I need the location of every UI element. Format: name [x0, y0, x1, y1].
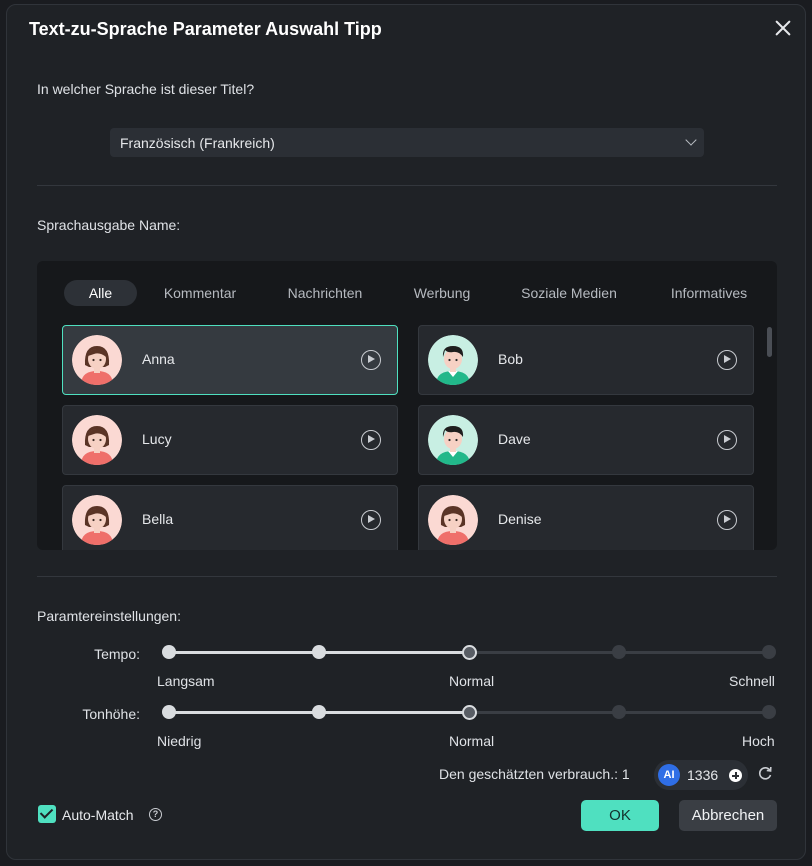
voice-name: Denise [498, 511, 542, 527]
ai-credit-icon: AI [658, 764, 680, 786]
voice-card-bob[interactable]: Bob [418, 325, 754, 395]
tempo-max-label: Schnell [729, 673, 775, 689]
tempo-step[interactable] [612, 645, 626, 659]
voice-card-anna[interactable]: Anna [62, 325, 398, 395]
estimated-usage-label: Den geschätzten verbrauch.: 1 [439, 766, 630, 782]
tempo-thumb[interactable] [462, 645, 477, 660]
params-label: Paramtereinstellungen: [37, 608, 181, 624]
divider [37, 185, 777, 186]
language-question: In welcher Sprache ist dieser Titel? [37, 81, 255, 97]
pitch-label: Tonhöhe: [82, 706, 140, 722]
voice-tabs: Alle Kommentar Nachrichten Werbung Sozia… [37, 261, 777, 317]
refresh-icon[interactable] [757, 765, 773, 781]
voice-card-lucy[interactable]: Lucy [62, 405, 398, 475]
divider [37, 576, 777, 577]
male-avatar-icon [428, 335, 478, 385]
pitch-max-label: Hoch [742, 733, 775, 749]
play-icon[interactable] [717, 430, 737, 450]
female-avatar-icon [72, 495, 122, 545]
voice-name: Bella [142, 511, 174, 527]
automatch-label[interactable]: Auto-Match [62, 807, 134, 823]
pitch-step[interactable] [162, 705, 176, 719]
voice-name: Bob [498, 351, 523, 367]
tab-alle[interactable]: Alle [64, 280, 137, 306]
cancel-button[interactable]: Abbrechen [679, 800, 777, 831]
ok-button[interactable]: OK [581, 800, 659, 831]
add-credit-icon[interactable] [729, 769, 742, 782]
tts-dialog: Text-zu-Sprache Parameter Auswahl Tipp I… [6, 4, 806, 860]
credit-count: 1336 [687, 767, 719, 783]
dialog-title: Text-zu-Sprache Parameter Auswahl Tipp [29, 19, 382, 39]
close-icon[interactable] [773, 18, 793, 38]
help-icon[interactable]: ? [149, 808, 162, 821]
pitch-min-label: Niedrig [157, 733, 202, 749]
tab-soziale-medien[interactable]: Soziale Medien [511, 280, 627, 306]
voice-card-denise[interactable]: Denise [418, 485, 754, 550]
tab-kommentar[interactable]: Kommentar [153, 280, 247, 306]
automatch-checkbox[interactable] [38, 805, 56, 823]
tab-werbung[interactable]: Werbung [401, 280, 483, 306]
tempo-step[interactable] [162, 645, 176, 659]
voice-name: Dave [498, 431, 531, 447]
tempo-step[interactable] [762, 645, 776, 659]
female-avatar-icon [428, 495, 478, 545]
pitch-mid-label: Normal [449, 733, 495, 749]
language-select-value: Französisch (Frankreich) [120, 135, 275, 151]
play-icon[interactable] [361, 510, 381, 530]
voice-name: Lucy [142, 431, 172, 447]
chevron-down-icon [685, 134, 697, 146]
pitch-step[interactable] [312, 705, 326, 719]
tempo-label: Tempo: [94, 646, 140, 662]
language-select[interactable]: Französisch (Frankreich) [110, 128, 704, 157]
voice-card-bella[interactable]: Bella [62, 485, 398, 550]
tab-informatives[interactable]: Informatives [657, 280, 761, 306]
play-icon[interactable] [717, 510, 737, 530]
play-icon[interactable] [361, 350, 381, 370]
play-icon[interactable] [717, 350, 737, 370]
tempo-min-label: Langsam [157, 673, 215, 689]
voice-card-dave[interactable]: Dave [418, 405, 754, 475]
female-avatar-icon [72, 415, 122, 465]
tab-nachrichten[interactable]: Nachrichten [275, 280, 375, 306]
voice-panel: Alle Kommentar Nachrichten Werbung Sozia… [37, 261, 777, 550]
credit-badge: AI 1336 [654, 760, 748, 790]
pitch-step[interactable] [762, 705, 776, 719]
tempo-mid-label: Normal [449, 673, 495, 689]
pitch-step[interactable] [612, 705, 626, 719]
voice-list-scrollbar[interactable] [767, 327, 772, 357]
voice-name: Anna [142, 351, 175, 367]
play-icon[interactable] [361, 430, 381, 450]
voice-name-label: Sprachausgabe Name: [37, 217, 181, 233]
female-avatar-icon [72, 335, 122, 385]
pitch-thumb[interactable] [462, 705, 477, 720]
tempo-step[interactable] [312, 645, 326, 659]
male-avatar-icon [428, 415, 478, 465]
